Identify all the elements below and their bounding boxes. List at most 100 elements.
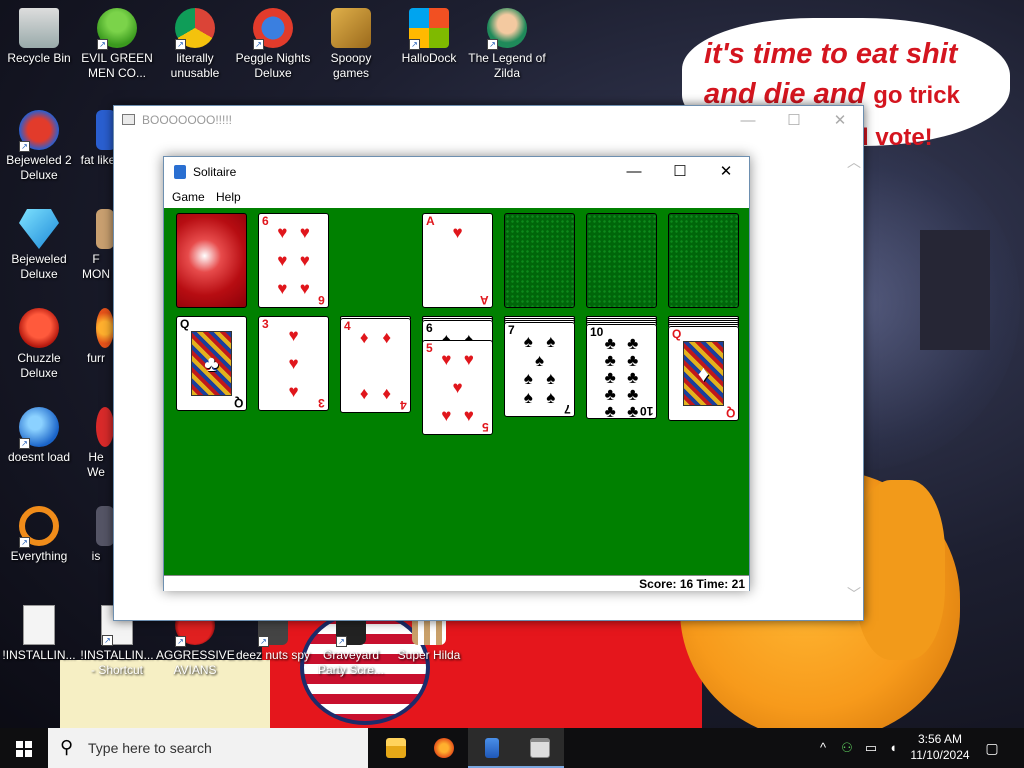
clock-date: 11/10/2024: [910, 748, 970, 762]
desktop-icon-doesnt-load[interactable]: ↗ doesnt load: [0, 407, 78, 465]
folder-icon: [331, 8, 371, 48]
desktop-icon-label: Peggle Nights Deluxe: [235, 51, 311, 80]
desktop-icon-label: Super Hilda: [397, 648, 461, 662]
tableau-top-card[interactable]: Q Q ♣: [176, 316, 247, 411]
card-rank: 7: [508, 323, 515, 337]
suit-pip-icon: ♥: [288, 326, 299, 345]
desktop-icon-label: EVIL GREEN MEN CO...: [81, 51, 153, 80]
solitaire-close-button[interactable]: ✕: [703, 157, 749, 187]
booo-maximize-button[interactable]: ☐: [771, 106, 817, 136]
taskbar-file-explorer[interactable]: [372, 728, 420, 768]
solitaire-maximize-button[interactable]: ☐: [657, 157, 703, 187]
desktop-icon-label: He We: [87, 450, 105, 479]
desktop-icon-he-we[interactable]: He We: [78, 407, 114, 480]
desktop-icon-everything[interactable]: ↗ Everything: [0, 506, 78, 564]
suit-pip-icon: ♠: [534, 350, 545, 370]
desktop-icon-label: Bejeweled 2 Deluxe: [6, 153, 72, 182]
booo-window-titlebar[interactable]: BOOOOOOO!!!!! — ☐ ✕: [114, 106, 863, 136]
gem-icon: [19, 209, 59, 249]
desktop-icon-label: Spoopy games: [330, 51, 372, 80]
taskbar-clock[interactable]: 3:56 AM 11/10/2024: [905, 731, 975, 763]
score-time-readout: Score: 16 Time: 21: [639, 577, 745, 591]
foundation-slot-empty[interactable]: [668, 213, 739, 308]
suit-pip-icon: ♥: [299, 223, 310, 242]
solitaire-minimize-button[interactable]: —: [611, 157, 657, 187]
waste-pile-card[interactable]: 6 6 ♥ ♥ ♥ ♥ ♥ ♥: [258, 213, 329, 308]
desktop-icon-label: HalloDock: [401, 51, 457, 65]
booo-close-button[interactable]: ✕: [817, 106, 863, 136]
file-explorer-icon: [386, 738, 406, 758]
suit-pip-icon: ♥: [299, 251, 310, 270]
tableau-top-card[interactable]: 10 10 ♣ ♣ ♣ ♣ ♣ ♣ ♣ ♣ ♣ ♣: [586, 324, 657, 419]
desktop-icon-label: AGGRESSIVE AVIANS: [156, 648, 235, 677]
suit-pip-icon: ♥: [463, 406, 474, 425]
shortcut-arrow-icon: ↗: [409, 39, 420, 50]
shortcut-arrow-icon: ↗: [97, 39, 108, 50]
desktop-icon-furr[interactable]: furr: [78, 308, 114, 366]
taskbar-firefox[interactable]: [420, 728, 468, 768]
scroll-up-icon[interactable]: ︿: [847, 152, 861, 172]
desktop-icon-peggle[interactable]: ↗ Peggle Nights Deluxe: [234, 8, 312, 81]
tray-chevron-icon[interactable]: ^: [812, 728, 834, 768]
desktop-icon-label: doesnt load: [7, 450, 71, 464]
search-placeholder: Type here to search: [88, 740, 212, 756]
shortcut-arrow-icon: ↗: [253, 39, 264, 50]
menu-game[interactable]: Game: [172, 190, 205, 204]
scroll-down-icon[interactable]: ﹀: [847, 584, 861, 604]
start-button[interactable]: [0, 728, 48, 768]
booo-minimize-button[interactable]: —: [725, 106, 771, 136]
menu-help[interactable]: Help: [216, 190, 241, 204]
desktop-icon-label: furr: [87, 351, 105, 365]
tray-network-icon[interactable]: ▭: [860, 728, 882, 768]
desktop-icon-chuzzle[interactable]: Chuzzle Deluxe: [0, 308, 78, 381]
desktop-icon-spoopy-games[interactable]: Spoopy games: [312, 8, 390, 81]
peggle-icon: ↗: [253, 8, 293, 50]
solitaire-window: Solitaire — ☐ ✕ Game Help 6 6 ♥ ♥ ♥ ♥ ♥ ♥ A A ♥ Q Q ♣…: [163, 156, 750, 591]
tray-volume-icon[interactable]: ◖: [882, 728, 904, 768]
taskbar-solitaire[interactable]: [468, 728, 516, 768]
suit-pip-icon: ♣: [604, 334, 616, 353]
tray-people-icon[interactable]: ⚇: [836, 728, 858, 768]
taskbar-booo-window[interactable]: [516, 728, 564, 768]
desktop-icon-recycle-bin[interactable]: Recycle Bin: [0, 8, 78, 66]
card-rank: Q: [180, 317, 190, 331]
desktop-icon-installing[interactable]: !INSTALLIN...: [0, 605, 78, 663]
foundation-slot-empty[interactable]: [504, 213, 575, 308]
firefox-icon: [96, 308, 114, 348]
card-rank-bottom: A: [480, 293, 489, 307]
tableau-top-card[interactable]: Q Q ♦: [668, 326, 739, 421]
desktop-icon-evil-green-men[interactable]: ↗ EVIL GREEN MEN CO...: [78, 8, 156, 81]
face-card-suit: ♣: [204, 350, 219, 376]
desktop-icon-label: Recycle Bin: [7, 51, 71, 65]
recycle-bin-icon: [19, 8, 59, 48]
desktop-icon-is[interactable]: is: [78, 506, 114, 564]
tableau-top-card[interactable]: 7 7 ♠ ♠ ♠ ♠ ♠ ♠ ♠: [504, 322, 575, 417]
tableau-top-card[interactable]: 4 4 ♦ ♦ ♦ ♦: [340, 318, 411, 413]
stock-pile[interactable]: [176, 213, 247, 308]
tableau-top-card[interactable]: 5 5 ♥ ♥ ♥ ♥ ♥: [422, 340, 493, 435]
card-rank-bottom: Q: [233, 396, 243, 410]
foundation-card[interactable]: A A ♥: [422, 213, 493, 308]
desktop-icon-bejeweled-2[interactable]: ↗ Bejeweled 2 Deluxe: [0, 110, 78, 183]
card-pips: ♥ ♥ ♥: [271, 327, 316, 400]
windows-logo-icon: ↗: [409, 8, 449, 50]
desktop-icon-literally-unusable[interactable]: ↗ literally unusable: [156, 8, 234, 81]
desktop-icon-zilda[interactable]: ↗ The Legend of Zilda: [468, 8, 546, 81]
green-men-icon: ↗: [97, 8, 137, 50]
desktop-icon-f-mon[interactable]: F MON: [78, 209, 114, 282]
card-pips: ♥ ♥ ♥ ♥ ♥: [435, 351, 480, 424]
foundation-slot-empty[interactable]: [586, 213, 657, 308]
suit-pip-icon: ♠: [546, 332, 556, 351]
desktop-icon-hallodock[interactable]: ↗ HalloDock: [390, 8, 468, 66]
tableau-top-card[interactable]: 3 3 ♥ ♥ ♥: [258, 316, 329, 411]
notification-center-icon[interactable]: ▢: [980, 728, 1004, 768]
speech-line-2-small: go trick: [873, 82, 960, 109]
bejeweled2-icon: ↗: [19, 110, 59, 152]
solitaire-titlebar[interactable]: Solitaire — ☐ ✕: [164, 157, 749, 187]
shortcut-arrow-icon: ↗: [175, 636, 186, 647]
taskbar-search-box[interactable]: ⚲ Type here to search: [48, 728, 368, 768]
desktop-icon-bejeweled[interactable]: Bejeweled Deluxe: [0, 209, 78, 282]
desktop-icon-fat-like[interactable]: fat like: [78, 110, 118, 168]
suit-pip-icon: ♠: [546, 369, 556, 389]
card-pips: ♥: [435, 224, 480, 297]
